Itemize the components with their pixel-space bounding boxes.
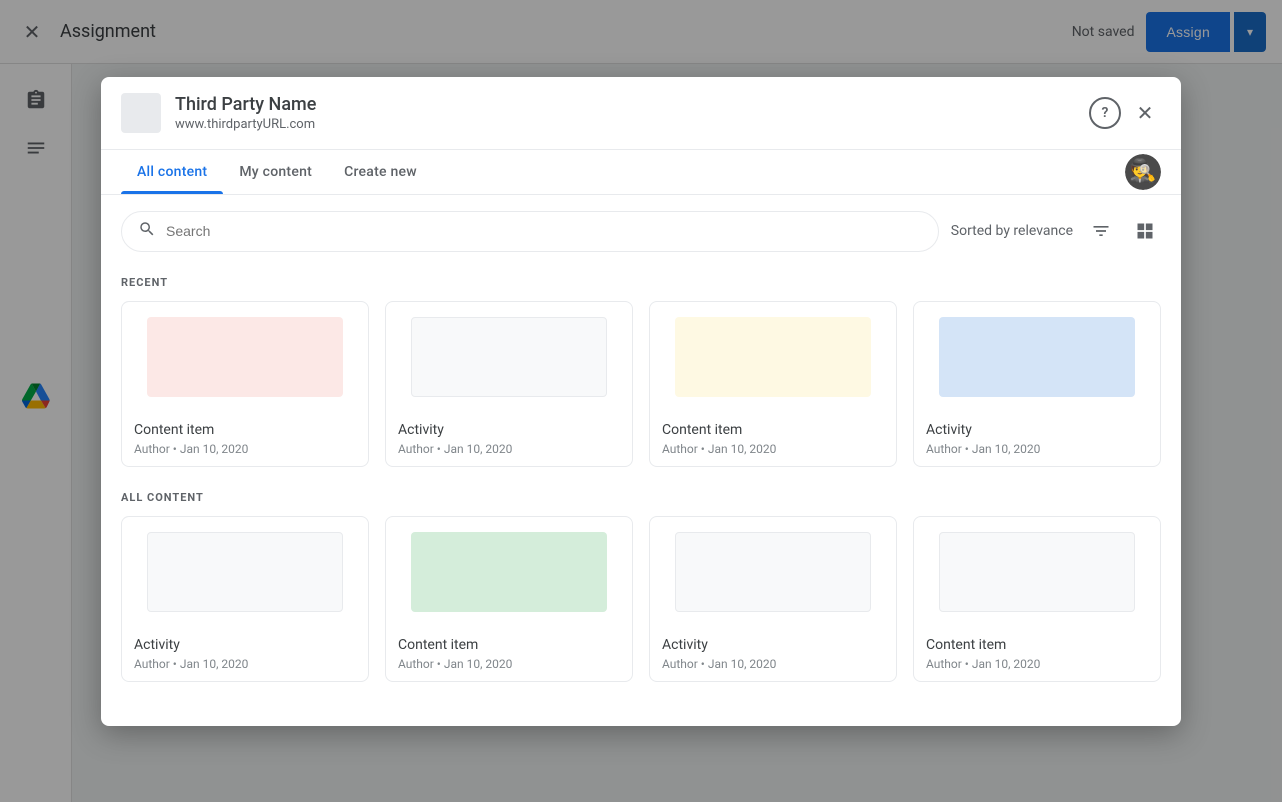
- filter-icon[interactable]: [1085, 215, 1117, 247]
- card-title-5: Activity: [134, 637, 356, 653]
- grid-view-icon[interactable]: [1129, 215, 1161, 247]
- recent-section-label: RECENT: [121, 276, 1161, 289]
- card-thumbnail-7: [650, 517, 896, 627]
- card-thumbnail-2: [386, 302, 632, 412]
- card-meta-5: Author • Jan 10, 2020: [134, 657, 356, 671]
- card-title-7: Activity: [662, 637, 884, 653]
- user-avatar[interactable]: 🕵️: [1125, 154, 1161, 190]
- tabs-bar: All content My content Create new 🕵️: [101, 150, 1181, 195]
- card-title-4: Activity: [926, 422, 1148, 438]
- modal-logo: [121, 93, 161, 133]
- modal-dialog: Third Party Name www.thirdpartyURL.com ?…: [101, 77, 1181, 726]
- card-info-1: Content item Author • Jan 10, 2020: [122, 412, 368, 466]
- content-scroll[interactable]: RECENT Content item Author • Jan 10, 202…: [101, 268, 1181, 726]
- avatar-emoji: 🕵️: [1129, 159, 1156, 184]
- thumbnail-image-8: [939, 532, 1136, 612]
- card-thumbnail-4: [914, 302, 1160, 412]
- sort-label: Sorted by relevance: [951, 223, 1073, 239]
- modal-title: Third Party Name: [175, 94, 1089, 115]
- tab-my-content[interactable]: My content: [223, 150, 328, 194]
- table-row[interactable]: Content item Author • Jan 10, 2020: [121, 301, 369, 467]
- card-meta-1: Author • Jan 10, 2020: [134, 442, 356, 456]
- table-row[interactable]: Content item Author • Jan 10, 2020: [913, 516, 1161, 682]
- modal-close-icon[interactable]: ✕: [1129, 97, 1161, 129]
- card-info-7: Activity Author • Jan 10, 2020: [650, 627, 896, 681]
- card-info-3: Content item Author • Jan 10, 2020: [650, 412, 896, 466]
- modal-subtitle: www.thirdpartyURL.com: [175, 117, 1089, 132]
- card-thumbnail-6: [386, 517, 632, 627]
- search-box[interactable]: [121, 211, 939, 252]
- thumbnail-image-6: [411, 532, 608, 612]
- modal-header: Third Party Name www.thirdpartyURL.com ?…: [101, 77, 1181, 150]
- modal-title-group: Third Party Name www.thirdpartyURL.com: [175, 94, 1089, 132]
- table-row[interactable]: Activity Author • Jan 10, 2020: [121, 516, 369, 682]
- modal-help-icon[interactable]: ?: [1089, 97, 1121, 129]
- search-area: Sorted by relevance: [101, 195, 1181, 268]
- tab-create-new[interactable]: Create new: [328, 150, 433, 194]
- card-info-4: Activity Author • Jan 10, 2020: [914, 412, 1160, 466]
- thumbnail-image-3: [675, 317, 872, 397]
- card-thumbnail-8: [914, 517, 1160, 627]
- thumbnail-image-4: [939, 317, 1136, 397]
- card-meta-7: Author • Jan 10, 2020: [662, 657, 884, 671]
- avatar-circle: 🕵️: [1125, 154, 1161, 190]
- card-info-6: Content item Author • Jan 10, 2020: [386, 627, 632, 681]
- card-title-1: Content item: [134, 422, 356, 438]
- recent-cards-grid: Content item Author • Jan 10, 2020 Activ…: [121, 301, 1161, 467]
- table-row[interactable]: Content item Author • Jan 10, 2020: [649, 301, 897, 467]
- modal-header-actions: ? ✕: [1089, 97, 1161, 129]
- card-thumbnail-1: [122, 302, 368, 412]
- modal-overlay: Third Party Name www.thirdpartyURL.com ?…: [0, 0, 1282, 802]
- thumbnail-image-1: [147, 317, 344, 397]
- card-meta-4: Author • Jan 10, 2020: [926, 442, 1148, 456]
- search-input[interactable]: [166, 223, 922, 239]
- card-info-8: Content item Author • Jan 10, 2020: [914, 627, 1160, 681]
- table-row[interactable]: Activity Author • Jan 10, 2020: [649, 516, 897, 682]
- card-info-2: Activity Author • Jan 10, 2020: [386, 412, 632, 466]
- table-row[interactable]: Activity Author • Jan 10, 2020: [913, 301, 1161, 467]
- card-thumbnail-5: [122, 517, 368, 627]
- card-title-6: Content item: [398, 637, 620, 653]
- table-row[interactable]: Activity Author • Jan 10, 2020: [385, 301, 633, 467]
- card-meta-8: Author • Jan 10, 2020: [926, 657, 1148, 671]
- search-icon: [138, 220, 156, 243]
- card-title-3: Content item: [662, 422, 884, 438]
- card-thumbnail-3: [650, 302, 896, 412]
- all-content-cards-grid: Activity Author • Jan 10, 2020 Content i…: [121, 516, 1161, 682]
- tab-all-content[interactable]: All content: [121, 150, 223, 194]
- card-meta-6: Author • Jan 10, 2020: [398, 657, 620, 671]
- thumbnail-image-2: [411, 317, 608, 397]
- card-meta-3: Author • Jan 10, 2020: [662, 442, 884, 456]
- card-meta-2: Author • Jan 10, 2020: [398, 442, 620, 456]
- card-title-8: Content item: [926, 637, 1148, 653]
- table-row[interactable]: Content item Author • Jan 10, 2020: [385, 516, 633, 682]
- thumbnail-image-5: [147, 532, 344, 612]
- thumbnail-image-7: [675, 532, 872, 612]
- card-info-5: Activity Author • Jan 10, 2020: [122, 627, 368, 681]
- all-content-section-label: ALL CONTENT: [121, 491, 1161, 504]
- card-title-2: Activity: [398, 422, 620, 438]
